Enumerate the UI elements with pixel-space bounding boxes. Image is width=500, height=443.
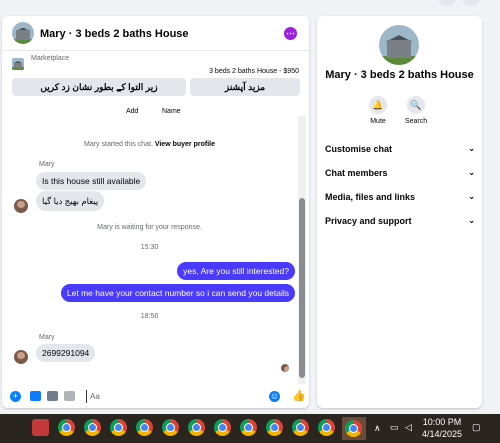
seen-avatar xyxy=(281,364,289,372)
chrome-icon-active[interactable] xyxy=(342,417,366,440)
chat-info-panel: Mary · 3 beds 2 baths House 🔔 🔍 Mute Sea… xyxy=(317,16,482,408)
bell-icon[interactable]: 🔔 xyxy=(369,96,387,114)
message-bubble-incoming[interactable]: Is this house still available xyxy=(36,172,147,190)
photo-icon[interactable] xyxy=(30,391,41,401)
view-buyer-profile-link[interactable]: View buyer profile xyxy=(155,141,215,148)
sticker-icon[interactable] xyxy=(47,391,58,401)
chevron-down-icon: ⌄ xyxy=(468,192,475,201)
message-bubble-incoming[interactable]: پیغام بھیج دیا گیا xyxy=(36,191,105,211)
search-label: Search xyxy=(404,118,428,125)
chrome-icon[interactable] xyxy=(318,419,337,438)
message-bubble-incoming[interactable]: 2699291094 xyxy=(36,344,96,362)
chat-title[interactable]: Mary · 3 beds 2 baths House xyxy=(40,28,189,40)
chrome-icon[interactable] xyxy=(84,419,103,438)
chrome-icon[interactable] xyxy=(58,419,77,438)
house-thumbnail[interactable] xyxy=(12,22,34,44)
thumbs-up-icon[interactable]: 👍 xyxy=(292,391,306,402)
message-bubble-outgoing[interactable]: Let me have your contact number so i can… xyxy=(60,284,295,302)
message-input[interactable]: Aa xyxy=(86,390,290,403)
system-start-text: Mary started this chat. xyxy=(84,141,153,148)
app-icon[interactable] xyxy=(32,419,51,438)
avatar[interactable] xyxy=(14,350,28,364)
top-strip xyxy=(0,0,500,8)
network-icon[interactable]: ▭ xyxy=(390,422,399,433)
message-list: Mary started this chat. View buyer profi… xyxy=(2,116,309,382)
mark-pending-button[interactable]: زیر التوا کے بطور نشان زد کریں xyxy=(12,78,186,96)
sender-name: Mary xyxy=(39,161,55,168)
composer: + Aa ☺ 👍 xyxy=(2,386,309,408)
name-label[interactable]: Name xyxy=(162,108,181,115)
chat-header: Mary · 3 beds 2 baths House ⋯ xyxy=(2,16,309,51)
marketplace-label: Marketplace xyxy=(31,55,70,62)
more-icon[interactable]: ⋯ xyxy=(284,27,297,40)
plus-icon[interactable]: + xyxy=(10,391,21,402)
mute-label: Mute xyxy=(370,118,386,125)
search-icon[interactable]: 🔍 xyxy=(407,96,425,114)
clock[interactable]: 10:00 PM 4/14/2025 xyxy=(418,416,466,440)
notification-icon[interactable]: ▢ xyxy=(472,422,481,433)
time-text: 10:00 PM xyxy=(422,417,462,427)
chevron-down-icon: ⌄ xyxy=(468,216,475,225)
section-media-files-links[interactable]: Media, files and links ⌄ xyxy=(325,192,475,202)
system-message-waiting: Mary is waiting for your response. xyxy=(97,224,202,231)
taskbar: ∧ ▭ ◁ 10:00 PM 4/14/2025 ▢ xyxy=(0,414,500,443)
timestamp: 15:30 xyxy=(140,244,159,251)
gif-icon[interactable] xyxy=(64,391,75,401)
chrome-icon[interactable] xyxy=(214,419,233,438)
chrome-icon[interactable] xyxy=(162,419,181,438)
chrome-icon[interactable] xyxy=(266,419,285,438)
avatar[interactable] xyxy=(14,199,28,213)
emoji-icon[interactable]: ☺ xyxy=(269,391,280,402)
more-options-button[interactable]: مزید آپشنز xyxy=(190,78,300,96)
chevron-up-icon[interactable]: ∧ xyxy=(374,423,381,434)
chrome-icon[interactable] xyxy=(110,419,129,438)
date-text: 4/14/2025 xyxy=(421,429,463,439)
section-label: Media, files and links xyxy=(325,192,416,202)
house-avatar[interactable] xyxy=(379,25,419,65)
chevron-down-icon: ⌄ xyxy=(468,168,475,177)
section-label: Customise chat xyxy=(325,144,393,154)
chrome-icon[interactable] xyxy=(292,419,311,438)
section-label: Privacy and support xyxy=(325,216,412,226)
chrome-icon[interactable] xyxy=(188,419,207,438)
listing-thumbnail xyxy=(12,58,24,70)
chrome-icon[interactable] xyxy=(136,419,155,438)
scrollbar-thumb[interactable] xyxy=(299,198,305,378)
section-customise-chat[interactable]: Customise chat ⌄ xyxy=(325,144,475,154)
listing-title: 3 beds 2 baths House - $950 xyxy=(209,68,299,75)
section-privacy-support[interactable]: Privacy and support ⌄ xyxy=(325,216,475,226)
chat-window: Mary · 3 beds 2 baths House ⋯ Marketplac… xyxy=(2,16,309,408)
volume-icon[interactable]: ◁ xyxy=(405,422,412,433)
message-bubble-outgoing[interactable]: yes, Are you still interested? xyxy=(177,262,295,280)
system-message-start: Mary started this chat. View buyer profi… xyxy=(2,141,297,148)
section-chat-members[interactable]: Chat members ⌄ xyxy=(325,168,475,178)
add-label[interactable]: Add xyxy=(126,108,138,115)
chevron-down-icon: ⌄ xyxy=(468,144,475,153)
chrome-icon[interactable] xyxy=(240,419,259,438)
sender-name: Mary xyxy=(39,334,55,341)
timestamp: 18:56 xyxy=(140,313,159,320)
section-label: Chat members xyxy=(325,168,388,178)
side-title: Mary · 3 beds 2 baths House xyxy=(325,69,474,81)
